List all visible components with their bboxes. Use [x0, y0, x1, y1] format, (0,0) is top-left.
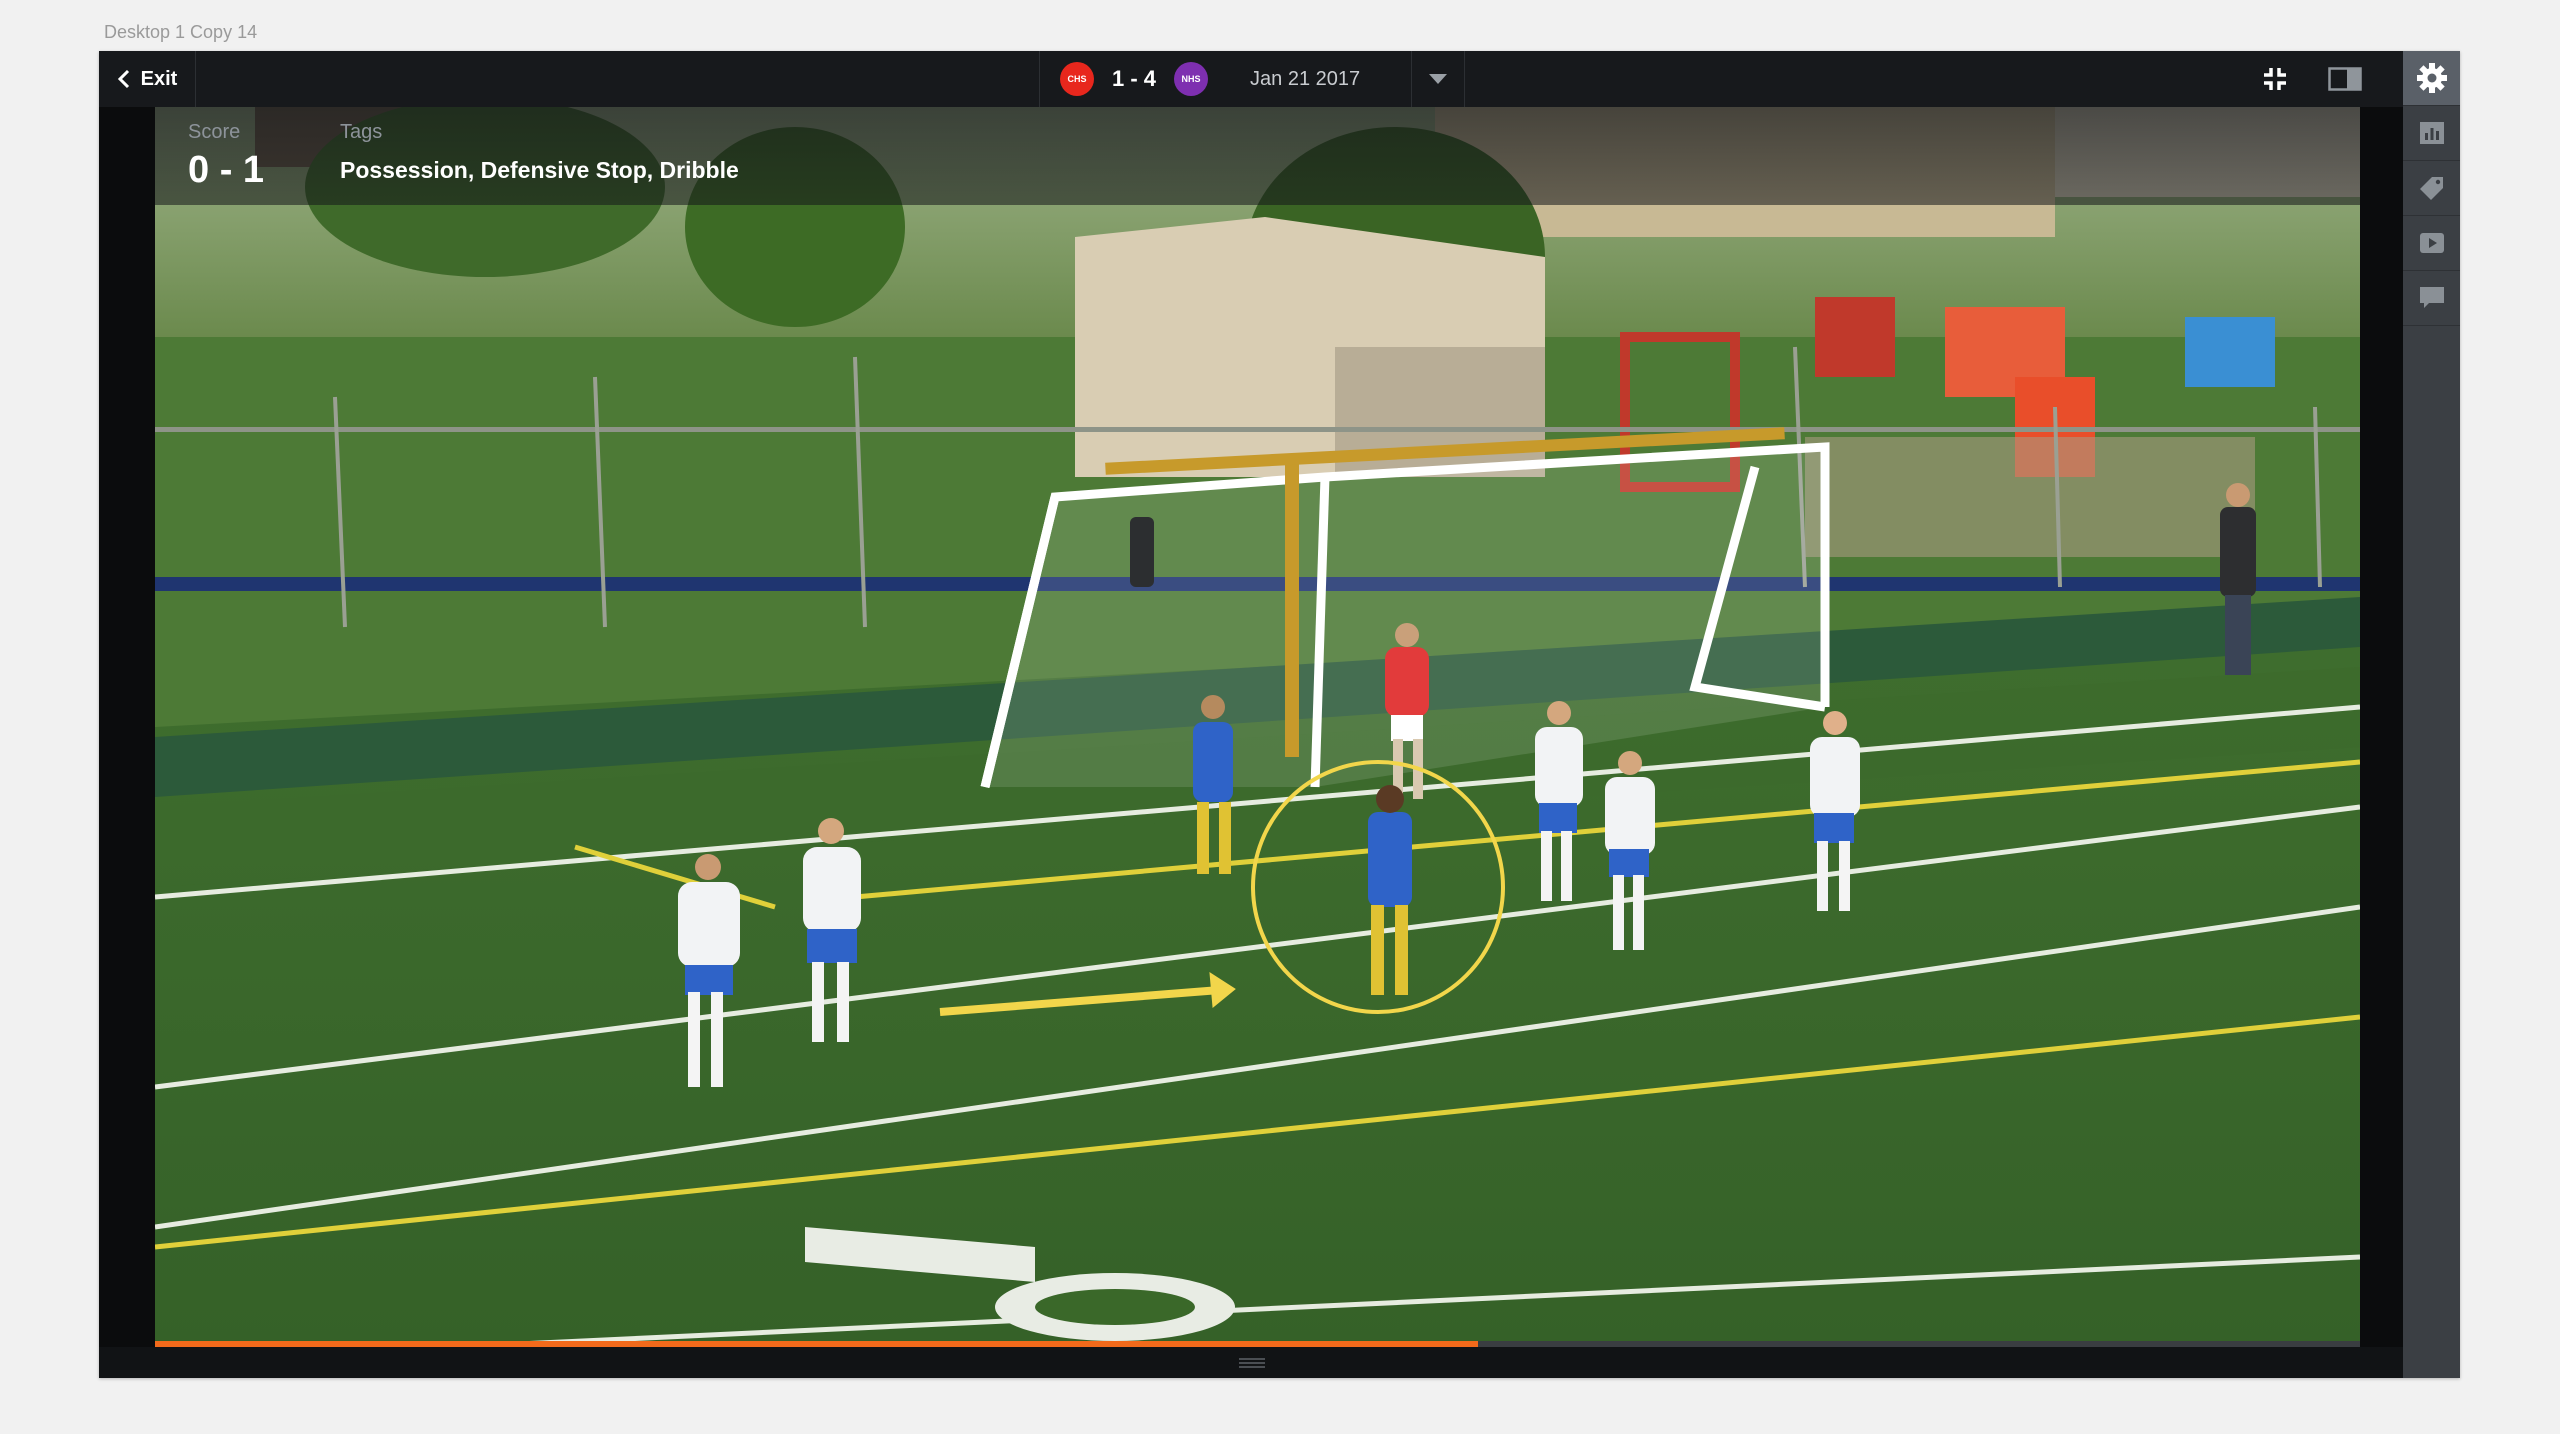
clip-score: 0 - 1 [188, 149, 265, 191]
score-label: Score [188, 121, 241, 143]
match-date: Jan 21 2017 [1250, 67, 1361, 90]
panel-toggle-button[interactable] [2327, 63, 2363, 95]
match-score: 1 - 4 [1112, 66, 1157, 91]
artboard-label: Desktop 1 Copy 14 [104, 22, 258, 42]
match-dropdown-button[interactable] [1411, 51, 1464, 107]
exit-fullscreen-button[interactable] [2259, 63, 2291, 95]
clip-info-overlay: Score 0 - 1 Tags Possession, Defensive S… [155, 107, 2360, 205]
away-team-badge: NHS [1174, 62, 1209, 96]
right-sidebar [2403, 51, 2460, 1378]
video-frame-image [155, 107, 2360, 1347]
match-selector[interactable]: CHS 1 - 4 NHS Jan 21 2017 [1039, 51, 1465, 107]
caret-down-icon [1429, 74, 1447, 84]
clip-tags: Possession, Defensive Stop, Dribble [340, 157, 739, 183]
home-team-badge: CHS [1060, 62, 1094, 96]
collapse-icon [2264, 68, 2286, 90]
video-clip-icon [2419, 233, 2444, 253]
exit-button[interactable]: Exit [99, 51, 196, 107]
video-player[interactable] [155, 107, 2360, 1347]
sidebar-item-clips[interactable] [2403, 216, 2460, 271]
exit-label: Exit [140, 67, 178, 90]
split-panel-icon [2328, 67, 2362, 91]
gear-icon [2416, 63, 2447, 93]
tags-label: Tags [340, 121, 383, 143]
sidebar-item-stats[interactable] [2403, 106, 2460, 161]
sidebar-item-settings[interactable] [2403, 51, 2460, 106]
sidebar-item-comments[interactable] [2403, 271, 2460, 326]
comment-icon [2419, 287, 2444, 308]
tag-icon [2419, 177, 2443, 200]
app-window: Score 0 - 1 Tags Possession, Defensive S… [99, 51, 2460, 1378]
player-bottom-strip [99, 1347, 2403, 1378]
drag-handle-icon[interactable] [1239, 1358, 1265, 1368]
bar-chart-icon [2419, 122, 2444, 144]
top-bar: Exit CHS 1 - 4 NHS Jan 21 2017 [99, 51, 2403, 107]
sidebar-item-tags[interactable] [2403, 161, 2460, 216]
chevron-left-icon [117, 69, 129, 89]
